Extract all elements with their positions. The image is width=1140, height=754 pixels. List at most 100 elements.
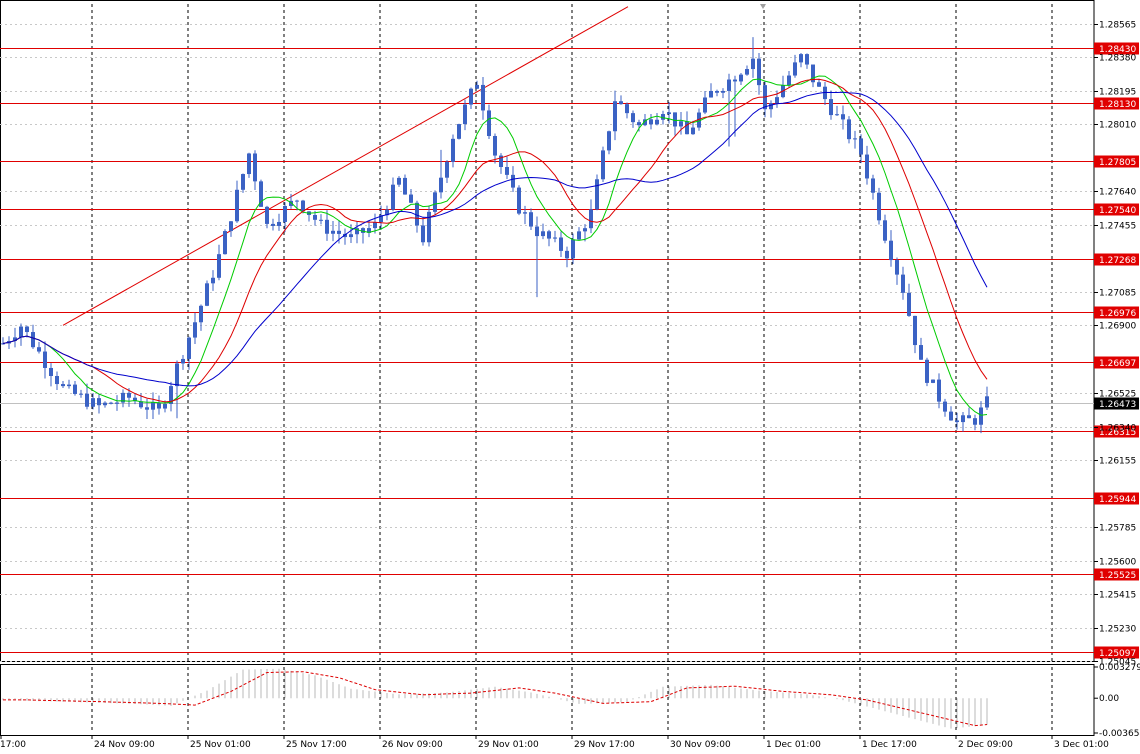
candle-body[interactable] — [37, 347, 41, 352]
candle-body[interactable] — [463, 104, 467, 125]
candle-body[interactable] — [559, 237, 563, 251]
candle-body[interactable] — [349, 234, 353, 238]
candle-body[interactable] — [151, 402, 155, 410]
candle-body[interactable] — [967, 415, 971, 419]
candle-body[interactable] — [661, 114, 665, 120]
candle-body[interactable] — [601, 150, 605, 180]
candle-body[interactable] — [25, 326, 29, 333]
candle-body[interactable] — [901, 274, 905, 293]
candle-body[interactable] — [79, 393, 83, 395]
candle-body[interactable] — [775, 97, 779, 104]
candle-body[interactable] — [583, 228, 587, 232]
candle-body[interactable] — [97, 398, 101, 406]
candle-body[interactable] — [955, 420, 959, 423]
candle-body[interactable] — [877, 192, 881, 221]
candle-body[interactable] — [535, 226, 539, 237]
candle-body[interactable] — [409, 194, 413, 203]
candle-body[interactable] — [529, 212, 533, 227]
candle-body[interactable] — [721, 90, 725, 93]
candle-body[interactable] — [937, 379, 941, 402]
candle-body[interactable] — [925, 359, 929, 383]
candle-body[interactable] — [841, 114, 845, 120]
candle-body[interactable] — [589, 209, 593, 229]
candle-body[interactable] — [331, 230, 335, 234]
candle-body[interactable] — [733, 79, 737, 82]
candle-body[interactable] — [49, 367, 53, 376]
candle-body[interactable] — [847, 119, 851, 140]
candle-body[interactable] — [553, 237, 557, 239]
candle-body[interactable] — [511, 174, 515, 188]
candle-body[interactable] — [211, 277, 215, 284]
candle-body[interactable] — [961, 415, 965, 423]
candle-body[interactable] — [445, 161, 449, 178]
candle-body[interactable] — [577, 231, 581, 240]
candle-body[interactable] — [397, 177, 401, 185]
candle-body[interactable] — [685, 121, 689, 135]
candle-body[interactable] — [625, 104, 629, 114]
candle-body[interactable] — [799, 54, 803, 63]
candle-body[interactable] — [19, 326, 23, 338]
forex-chart[interactable]: 1.284301.281301.278051.275401.272681.269… — [0, 0, 1140, 754]
candle-body[interactable] — [709, 90, 713, 98]
candle-body[interactable] — [457, 124, 461, 139]
candle-body[interactable] — [919, 345, 923, 360]
candle-body[interactable] — [835, 114, 839, 116]
candle-body[interactable] — [55, 375, 59, 385]
candle-body[interactable] — [793, 62, 797, 76]
candle-body[interactable] — [217, 254, 221, 278]
candle-body[interactable] — [655, 119, 659, 125]
candle-body[interactable] — [805, 54, 809, 65]
candle-body[interactable] — [913, 315, 917, 346]
candle-body[interactable] — [667, 112, 671, 115]
candle-body[interactable] — [61, 384, 65, 387]
candle-body[interactable] — [691, 127, 695, 135]
candle-body[interactable] — [403, 177, 407, 195]
candle-body[interactable] — [571, 239, 575, 259]
candle-body[interactable] — [931, 379, 935, 383]
candle-body[interactable] — [271, 223, 275, 226]
candle-body[interactable] — [439, 177, 443, 193]
candle-body[interactable] — [817, 82, 821, 87]
candle-body[interactable] — [193, 322, 197, 338]
candle-body[interactable] — [985, 396, 989, 408]
candle-body[interactable] — [883, 220, 887, 241]
candle-body[interactable] — [223, 231, 227, 255]
candle-body[interactable] — [319, 219, 323, 221]
candle-body[interactable] — [943, 401, 947, 412]
candle-body[interactable] — [91, 398, 95, 407]
candle-body[interactable] — [637, 122, 641, 126]
candle-body[interactable] — [487, 110, 491, 137]
candle-body[interactable] — [145, 407, 149, 410]
candle-body[interactable] — [853, 138, 857, 140]
candle-body[interactable] — [619, 101, 623, 105]
candle-body[interactable] — [127, 392, 131, 398]
candle-body[interactable] — [607, 131, 611, 151]
candle-body[interactable] — [703, 97, 707, 113]
candle-body[interactable] — [889, 240, 893, 261]
candle-body[interactable] — [613, 101, 617, 132]
candle-body[interactable] — [751, 58, 755, 70]
candle-body[interactable] — [103, 402, 107, 406]
candle-body[interactable] — [565, 250, 569, 259]
candle-body[interactable] — [277, 221, 281, 226]
candle-body[interactable] — [421, 225, 425, 243]
candle-body[interactable] — [859, 138, 863, 155]
candle-body[interactable] — [295, 200, 299, 202]
candle-body[interactable] — [631, 113, 635, 123]
candle-body[interactable] — [973, 418, 977, 425]
candle-body[interactable] — [541, 231, 545, 237]
candle-body[interactable] — [523, 212, 527, 214]
candle-body[interactable] — [373, 222, 377, 229]
candle-body[interactable] — [247, 153, 251, 175]
candle-body[interactable] — [235, 189, 239, 222]
candle-body[interactable] — [505, 167, 509, 175]
candle-body[interactable] — [73, 384, 77, 394]
candle-body[interactable] — [481, 84, 485, 111]
candle-body[interactable] — [829, 99, 833, 116]
candle-body[interactable] — [475, 84, 479, 89]
candle-body[interactable] — [253, 153, 257, 182]
candle-body[interactable] — [679, 121, 683, 127]
candle-body[interactable] — [673, 112, 677, 127]
candle-body[interactable] — [109, 402, 113, 404]
candle-body[interactable] — [907, 292, 911, 316]
